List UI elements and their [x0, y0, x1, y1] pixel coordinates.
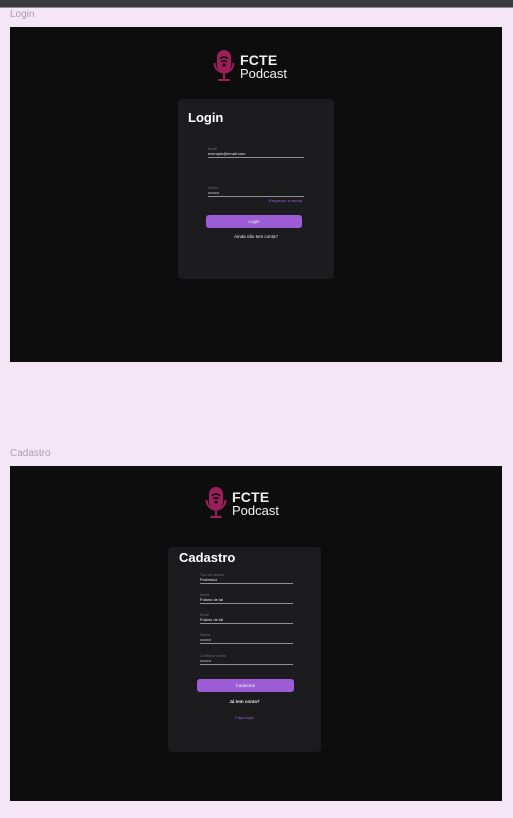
brand-name: FCTE Podcast — [240, 53, 287, 80]
microphone-logo-icon — [205, 487, 227, 518]
brand-line-2: Podcast — [232, 502, 279, 518]
name-field[interactable]: Nome Fulano de tal — [200, 593, 293, 604]
signup-prompt-link[interactable]: Ainda não tem conta? — [178, 234, 334, 239]
brand-line-2: Podcast — [240, 65, 287, 81]
cadastro-frame-label: Cadastro — [10, 448, 51, 459]
password-underline — [200, 643, 293, 644]
login-prompt: Já tem conta? — [229, 699, 260, 704]
name-underline — [200, 603, 293, 604]
brand-logo: FCTE Podcast — [213, 49, 287, 83]
login-email-field[interactable]: Email exemplo@email.com — [208, 147, 304, 158]
cadastro-frame: FCTE Podcast Cadastro Tipo de usuário Pr… — [10, 466, 502, 801]
brand-line-1: FCTE — [232, 488, 270, 505]
confirm-password-field[interactable]: Confirmar senha •••••••• — [200, 654, 293, 665]
user-type-underline — [200, 583, 293, 584]
email-underline — [200, 623, 293, 624]
user-type-field[interactable]: Tipo de usuário Professor — [200, 573, 293, 584]
cadastro-card: Cadastro Tipo de usuário Professor Nome … — [168, 547, 321, 752]
email-field[interactable]: Email Fulano de tal — [200, 613, 293, 624]
cadastrar-button[interactable]: Cadastrar — [197, 679, 294, 692]
cadastro-title: Cadastro — [179, 550, 236, 565]
login-email-underline — [208, 157, 304, 158]
login-frame-label: Login — [10, 9, 35, 20]
login-submit-button[interactable]: Login — [206, 215, 302, 228]
forgot-password-link[interactable]: Esqueceu a senha — [269, 198, 302, 203]
login-frame: FCTE Podcast Login Email exemplo@email.c… — [10, 27, 502, 362]
password-field[interactable]: Senha •••••••• — [200, 633, 293, 644]
brand-line-1: FCTE — [240, 51, 278, 68]
window-top-bar — [0, 0, 513, 8]
confirm-password-underline — [200, 664, 293, 665]
login-password-field[interactable]: Senha •••••••• — [208, 186, 304, 197]
brand-logo: FCTE Podcast — [205, 486, 279, 520]
brand-name: FCTE Podcast — [232, 490, 279, 517]
microphone-logo-icon — [213, 50, 235, 81]
login-title: Login — [188, 110, 224, 125]
login-link[interactable]: Faça login — [168, 715, 321, 720]
login-password-underline — [208, 196, 304, 197]
login-card: Login Email exemplo@email.com Senha ••••… — [178, 99, 334, 279]
